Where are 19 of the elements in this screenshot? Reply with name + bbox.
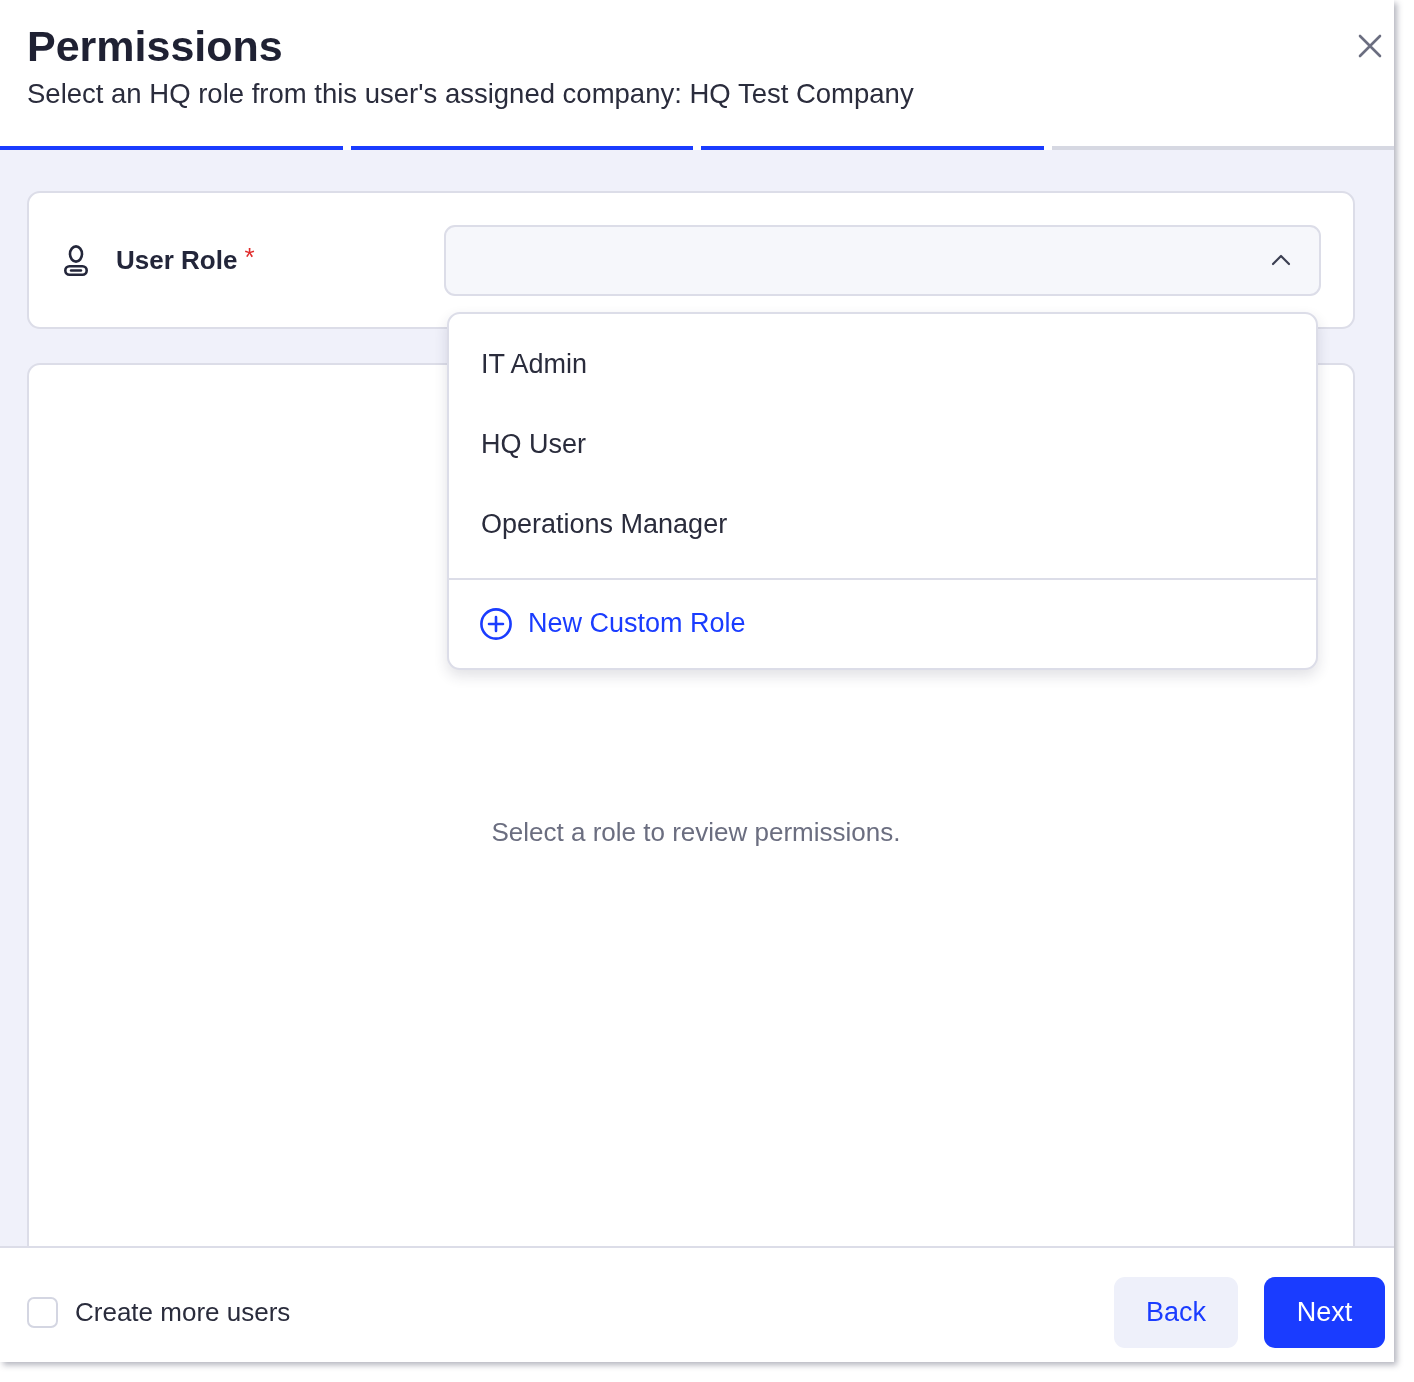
checkbox[interactable] [27, 1296, 58, 1328]
role-option[interactable]: Operations Manager [449, 483, 1316, 564]
empty-message: Select a role to review permissions. [490, 817, 901, 848]
user-badge-icon [64, 244, 88, 276]
role-option[interactable]: IT Admin [449, 323, 1316, 404]
close-icon [1358, 34, 1382, 58]
plus-circle-icon [480, 607, 512, 640]
close-button[interactable] [1358, 34, 1382, 58]
chevron-icon [1271, 254, 1291, 266]
next-button[interactable]: Next [1264, 1276, 1385, 1348]
field-label: User Role [116, 244, 238, 276]
checkbox-label: Create more users [75, 1296, 291, 1328]
role-option[interactable]: HQ User [449, 403, 1316, 484]
required-mark: * [244, 241, 255, 273]
new-custom-role-button[interactable]: New Custom Role [449, 579, 746, 668]
back-button[interactable]: Back [1114, 1276, 1238, 1348]
role-select-field[interactable] [444, 224, 1321, 296]
dialog-title: Permissions [27, 21, 283, 72]
dialog-subtitle: Select an HQ role from this user's assigned company: HQ Test Company [27, 77, 914, 111]
